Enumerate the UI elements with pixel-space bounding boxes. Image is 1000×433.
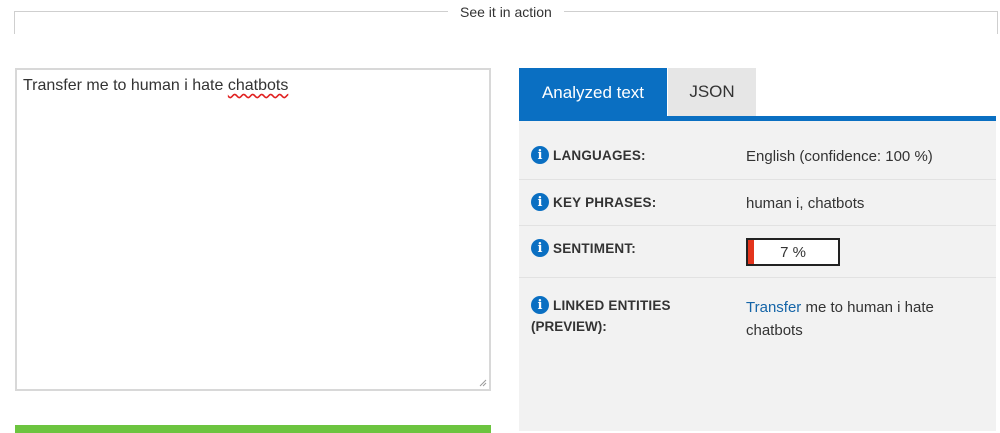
languages-row: i LANGUAGES: English (confidence: 100 %) <box>519 121 996 180</box>
languages-value: English (confidence: 100 %) <box>746 148 933 165</box>
sentiment-meter: 7 % <box>746 238 840 266</box>
linked-entities-text: me to human i hate <box>801 299 934 316</box>
linked-entities-label-preview: (PREVIEW): <box>531 319 607 334</box>
section-title: See it in action <box>448 4 564 20</box>
analyze-button[interactable] <box>15 425 491 433</box>
languages-label: LANGUAGES: <box>553 148 646 163</box>
key-phrases-label: KEY PHRASES: <box>553 195 657 210</box>
resize-grip-icon[interactable] <box>479 379 487 387</box>
tab-analyzed-text[interactable]: Analyzed text <box>519 68 667 118</box>
input-text: Transfer me to human i hate <box>23 77 228 94</box>
linked-entities-label: LINKED ENTITIES <box>553 298 671 313</box>
info-icon[interactable]: i <box>531 193 549 211</box>
linked-entities-row: i LINKED ENTITIES (PREVIEW): Transfer me… <box>519 278 996 348</box>
sentiment-label: SENTIMENT: <box>553 241 636 256</box>
linked-entities-text-line2: chatbots <box>746 322 803 339</box>
entity-link-transfer[interactable]: Transfer <box>746 299 801 316</box>
info-icon[interactable]: i <box>531 296 549 314</box>
info-icon[interactable]: i <box>531 146 549 164</box>
sentiment-value: 7 % <box>780 243 806 261</box>
input-text-misspelled: chatbots <box>227 77 289 94</box>
key-phrases-row: i KEY PHRASES: human i, chatbots <box>519 180 996 226</box>
text-input[interactable]: Transfer me to human i hate chatbots <box>15 68 491 391</box>
sentiment-row: i SENTIMENT: 7 % <box>519 226 996 278</box>
tab-json[interactable]: JSON <box>668 68 756 116</box>
info-icon[interactable]: i <box>531 239 549 257</box>
key-phrases-value: human i, chatbots <box>746 195 865 212</box>
results-panel: i LANGUAGES: English (confidence: 100 %)… <box>519 121 996 431</box>
linked-entities-value: Transfer me to human i hate <box>746 299 934 316</box>
